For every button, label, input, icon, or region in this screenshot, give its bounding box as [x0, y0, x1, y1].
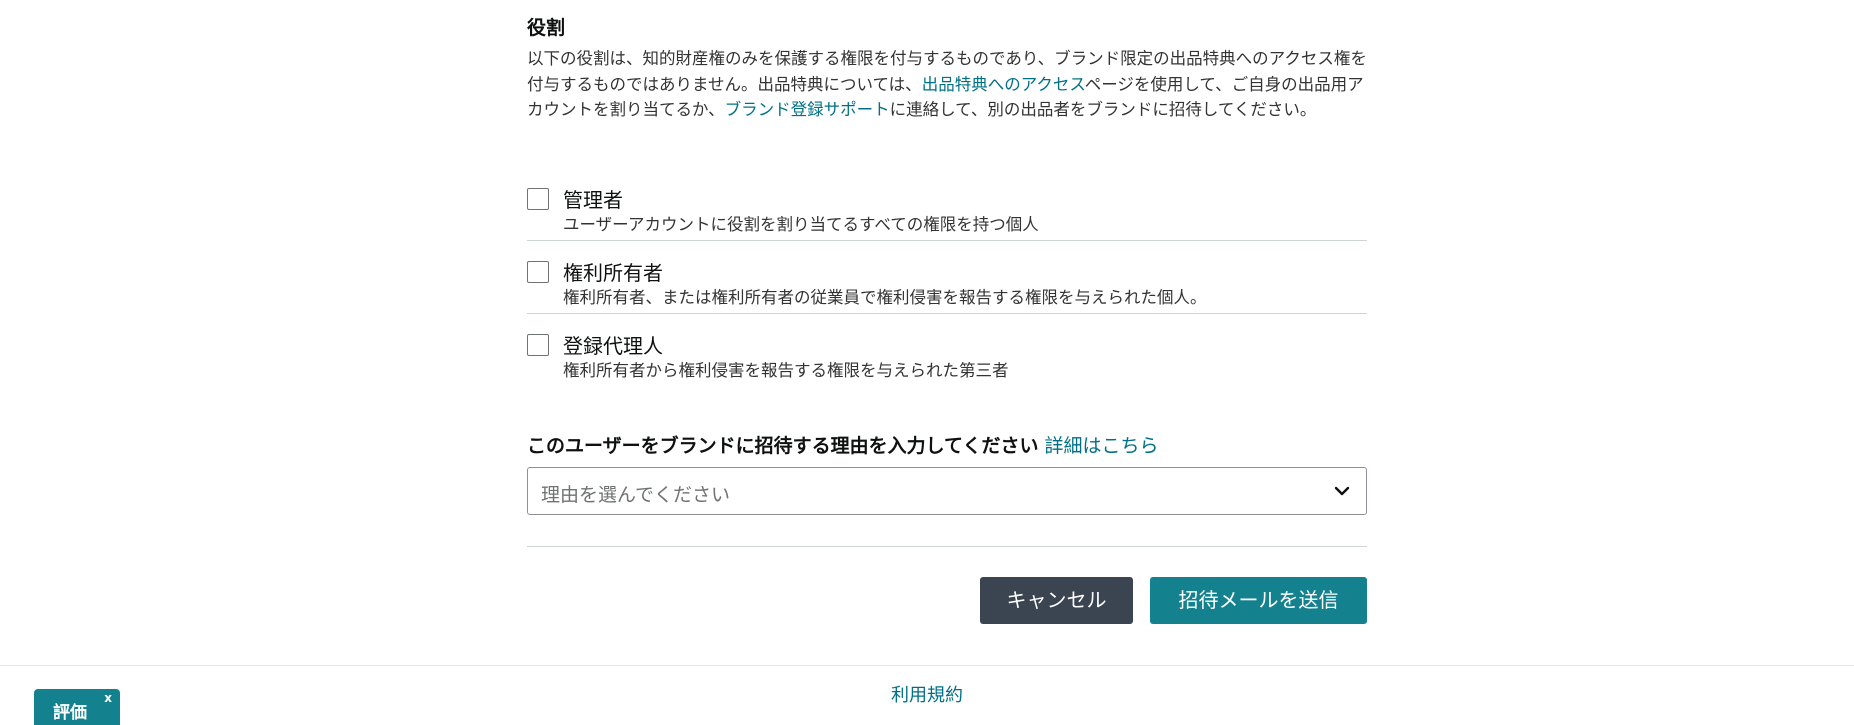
- footer-divider: [0, 665, 1854, 666]
- seller-benefits-access-link[interactable]: 出品特典へのアクセス: [922, 75, 1085, 94]
- role-description: 権利所有者、または権利所有者の従業員で権利侵害を報告する権限を与えられた個人。: [563, 288, 1207, 307]
- invite-reason-label: このユーザーをブランドに招待する理由を入力してください 詳細はこちら: [527, 431, 1159, 458]
- chevron-down-icon: [1334, 486, 1350, 496]
- send-invitation-button[interactable]: 招待メールを送信: [1150, 577, 1367, 624]
- page: 役割 以下の役割は、知的財産権のみを保護する権限を付与するものであり、ブランド限…: [0, 0, 1854, 725]
- cancel-button[interactable]: キャンセル: [980, 577, 1133, 624]
- role-description: ユーザーアカウントに役割を割り当てるすべての権限を持つ個人: [563, 215, 1039, 234]
- invite-reason-label-text: このユーザーをブランドに招待する理由を入力してください: [527, 435, 1039, 457]
- form-divider: [527, 546, 1367, 547]
- roles-heading: 役割: [527, 17, 566, 39]
- role-name: 登録代理人: [563, 334, 663, 358]
- feedback-label: 評価: [53, 703, 87, 723]
- close-icon[interactable]: x: [104, 691, 112, 705]
- invite-reason-placeholder: 理由を選んでください: [541, 484, 731, 506]
- brand-registry-support-link[interactable]: ブランド登録サポート: [725, 100, 890, 119]
- learn-more-link[interactable]: 詳細はこちら: [1044, 435, 1158, 457]
- role-description: 権利所有者から権利侵害を報告する権限を与えられた第三者: [563, 361, 1009, 380]
- role-name: 管理者: [563, 188, 623, 212]
- role-divider: [527, 240, 1367, 241]
- rights-owner-checkbox[interactable]: [527, 261, 549, 283]
- feedback-tab[interactable]: 評価 x: [34, 689, 120, 725]
- administrator-checkbox[interactable]: [527, 188, 549, 210]
- terms-of-use-link[interactable]: 利用規約: [0, 681, 1854, 707]
- role-divider: [527, 313, 1367, 314]
- invite-reason-select[interactable]: 理由を選んでください: [527, 467, 1367, 515]
- roles-description: 以下の役割は、知的財産権のみを保護する権限を付与するものであり、ブランド限定の出…: [527, 46, 1367, 123]
- role-name: 権利所有者: [563, 261, 663, 285]
- roles-description-text-3: に連絡して、別の出品者をブランドに招待してください。: [889, 100, 1317, 119]
- registered-agent-checkbox[interactable]: [527, 334, 549, 356]
